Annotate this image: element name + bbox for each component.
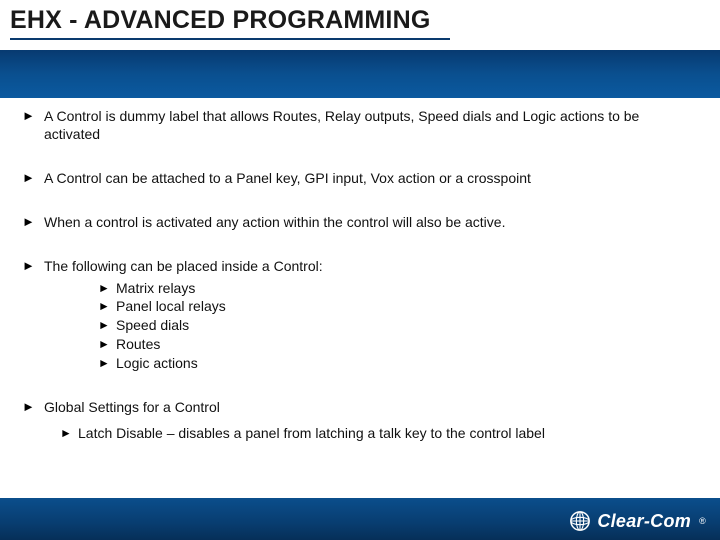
content-area: ► A Control is dummy label that allows R… <box>22 108 692 469</box>
sub-text: Speed dials <box>116 317 189 333</box>
bullet-item: ► A Control is dummy label that allows R… <box>22 108 692 144</box>
sub-item: ► Panel local relays <box>98 298 692 316</box>
triangle-icon: ► <box>22 109 35 122</box>
sub-text: Matrix relays <box>116 280 195 296</box>
bullet-text: A Control can be attached to a Panel key… <box>44 170 531 186</box>
brand-logo: Clear-Com ® <box>569 510 706 532</box>
registered-mark: ® <box>699 516 706 526</box>
sub-list: ► Latch Disable – disables a panel from … <box>60 425 692 443</box>
triangle-icon: ► <box>60 426 72 440</box>
sub-text: Logic actions <box>116 355 198 371</box>
sub-item: ► Routes <box>98 336 692 354</box>
globe-icon <box>569 510 591 532</box>
triangle-icon: ► <box>22 259 35 272</box>
bullet-item: ► A Control can be attached to a Panel k… <box>22 170 692 188</box>
title-underline <box>10 38 450 40</box>
footer-band: Clear-Com ® <box>0 498 720 540</box>
bullet-item: ► Global Settings for a Control ► Latch … <box>22 399 692 443</box>
triangle-icon: ► <box>98 318 110 332</box>
bullet-item: ► When a control is activated any action… <box>22 214 692 232</box>
triangle-icon: ► <box>98 356 110 370</box>
bullet-text: Global Settings for a Control <box>44 399 220 415</box>
sub-item: ► Matrix relays <box>98 280 692 298</box>
bullet-text: The following can be placed inside a Con… <box>44 258 323 274</box>
sub-item: ► Speed dials <box>98 317 692 335</box>
bullet-item: ► The following can be placed inside a C… <box>22 258 692 373</box>
sub-list: ► Matrix relays ► Panel local relays ► S… <box>98 280 692 374</box>
sub-text: Panel local relays <box>116 298 226 314</box>
triangle-icon: ► <box>98 337 110 351</box>
sub-item: ► Latch Disable – disables a panel from … <box>60 425 692 443</box>
triangle-icon: ► <box>22 400 35 413</box>
sub-item: ► Logic actions <box>98 355 692 373</box>
slide-title: EHX - ADVANCED PROGRAMMING <box>10 6 430 35</box>
triangle-icon: ► <box>22 171 35 184</box>
triangle-icon: ► <box>98 281 110 295</box>
bullet-text: A Control is dummy label that allows Rou… <box>44 108 639 142</box>
triangle-icon: ► <box>98 299 110 313</box>
triangle-icon: ► <box>22 215 35 228</box>
sub-text: Routes <box>116 336 160 352</box>
slide: EHX - ADVANCED PROGRAMMING ► A Control i… <box>0 0 720 540</box>
sub-text: Latch Disable – disables a panel from la… <box>78 425 545 441</box>
brand-text: Clear-Com <box>597 511 691 532</box>
header-band <box>0 50 720 98</box>
bullet-text: When a control is activated any action w… <box>44 214 505 230</box>
